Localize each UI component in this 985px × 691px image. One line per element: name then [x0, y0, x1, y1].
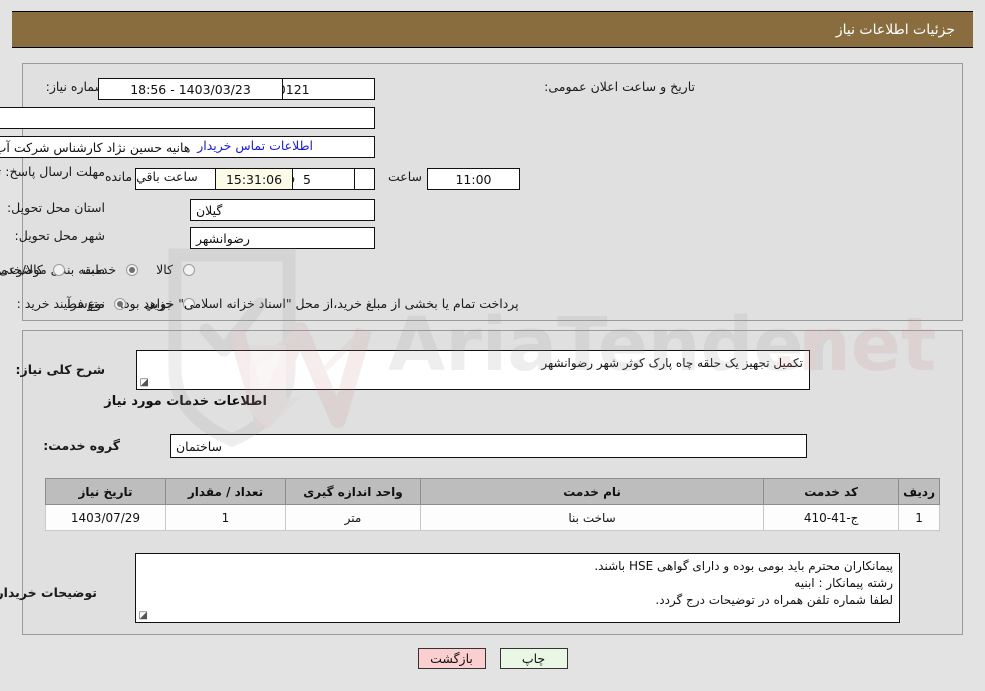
- category-radio-group: کالا خدمت کالا/خدمت: [0, 262, 195, 277]
- category-option-2[interactable]: کالا/خدمت: [0, 262, 65, 277]
- services-heading: اطلاعات خدمات مورد نیاز: [104, 394, 267, 409]
- services-table: ردیف کد خدمت نام خدمت واحد اندازه گیری ت…: [45, 478, 940, 531]
- category-radio-1[interactable]: [126, 263, 139, 276]
- contact-link-row: اطلاعات تماس خریدار: [197, 138, 313, 153]
- back-button[interactable]: بازگشت: [417, 648, 486, 669]
- col-radif: ردیف: [898, 478, 940, 505]
- page-title: جزئیات اطلاعات نیاز: [835, 21, 955, 38]
- service-group-label: گروه خدمت:: [43, 438, 120, 453]
- cell-radif: 1: [898, 504, 940, 531]
- col-date: تاریخ نیاز: [45, 478, 166, 505]
- province-row: استان محل تحویل:: [7, 200, 105, 215]
- city-row: شهر محل تحویل:: [15, 228, 105, 243]
- resize-grip-icon[interactable]: ◪: [139, 378, 149, 388]
- need-summary-panel: [22, 63, 963, 321]
- process-label-1: متوسط: [65, 296, 105, 311]
- category-option-1[interactable]: خدمت: [82, 262, 139, 277]
- col-qty: تعداد / مقدار: [165, 478, 286, 505]
- category-label-1: خدمت: [82, 262, 117, 277]
- buyer-notes-label: توضیحات خریدار:: [0, 585, 97, 600]
- category-radio-2[interactable]: [52, 263, 65, 276]
- countdown-suffix-row: ساعت باقي مانده: [105, 169, 198, 184]
- buyer-contact-link[interactable]: اطلاعات تماس خریدار: [197, 138, 313, 153]
- process-option-1[interactable]: متوسط: [65, 296, 127, 311]
- general-desc-row: شرح کلی نیاز:: [16, 362, 105, 377]
- cell-name: ساخت بنا: [419, 504, 765, 531]
- hour-label: ساعت: [387, 169, 422, 184]
- city-label: شهر محل تحویل:: [14, 228, 105, 243]
- creator-value[interactable]: هانیه حسین نژاد کارشناس شرکت آب و فاضلاب…: [0, 136, 375, 158]
- category-radio-0[interactable]: [183, 263, 195, 276]
- col-name: نام خدمت: [419, 478, 765, 505]
- treasury-note-row: پرداخت تمام یا بخشی از مبلغ خرید،از محل …: [120, 296, 519, 311]
- cell-date: 1403/07/29: [45, 504, 166, 531]
- buyer-note-line-2: لطفا شماره تلفن همراه در توضیحات درج گرد…: [655, 593, 893, 607]
- table-header-row: ردیف کد خدمت نام خدمت واحد اندازه گیری ت…: [45, 478, 940, 505]
- service-group-row: گروه خدمت:: [43, 438, 120, 453]
- footer-button-bar: چاپ بازگشت: [0, 648, 985, 669]
- buyer-note-line-0: پیمانکاران محترم باید بومی بوده و دارای …: [594, 559, 893, 573]
- col-code: کد خدمت: [763, 478, 900, 505]
- resize-grip-icon-2[interactable]: ◪: [138, 611, 148, 621]
- page-root: AriaTender .net جزئیات اطلاعات نیاز شمار…: [0, 0, 985, 691]
- general-desc-label: شرح کلی نیاز:: [15, 362, 105, 377]
- category-option-0[interactable]: کالا: [156, 262, 195, 277]
- announce-datetime-value[interactable]: 1403/03/23 - 18:56: [98, 78, 283, 100]
- announce-datetime-label-row: تاریخ و ساعت اعلان عمومی:: [544, 79, 695, 94]
- countdown-value[interactable]: 15:31:06: [215, 168, 293, 190]
- hour-value[interactable]: 11:00: [427, 168, 520, 190]
- service-group-value[interactable]: ساختمان: [170, 434, 807, 458]
- cell-qty: 1: [165, 504, 286, 531]
- city-value[interactable]: رضوانشهر: [190, 227, 375, 249]
- col-unit: واحد اندازه گیری: [285, 478, 421, 505]
- category-label-0: کالا: [156, 262, 173, 277]
- category-label-2: کالا/خدمت: [0, 262, 43, 277]
- hour-label-row: ساعت: [388, 169, 422, 184]
- general-desc-value: تکمیل تجهیز یک حلقه چاه پارک کوثر شهر رض…: [541, 356, 803, 370]
- need-number-row: شماره نیاز:: [46, 79, 105, 94]
- announce-datetime-label: تاریخ و ساعت اعلان عمومی:: [544, 79, 695, 94]
- deadline-label: مهلت ارسال پاسخ: تا تاریخ:: [0, 164, 105, 179]
- cell-unit: متر: [285, 504, 421, 531]
- countdown-suffix-label: ساعت باقي مانده: [105, 169, 198, 184]
- treasury-note-label: پرداخت تمام یا بخشی از مبلغ خرید،از محل …: [120, 296, 519, 311]
- province-value[interactable]: گیلان: [190, 199, 375, 221]
- buyer-org-value[interactable]: شرکت آب و فاضلاب استان گیلان: [0, 107, 375, 129]
- need-number-label: شماره نیاز:: [45, 79, 105, 94]
- buyer-notes-row: توضیحات خریدار:: [0, 585, 97, 600]
- table-row[interactable]: 1 ج-41-410 ساخت بنا متر 1 1403/07/29: [45, 504, 940, 531]
- buyer-notes-textarea[interactable]: پیمانکاران محترم باید بومی بوده و دارای …: [135, 553, 900, 623]
- window-title-bar: جزئیات اطلاعات نیاز: [12, 11, 973, 48]
- cell-code: ج-41-410: [763, 504, 900, 531]
- buyer-note-line-1: رشته پیمانکار : ابنیه: [794, 576, 893, 590]
- province-label: استان محل تحویل:: [6, 200, 105, 215]
- general-desc-textarea[interactable]: تکمیل تجهیز یک حلقه چاه پارک کوثر شهر رض…: [136, 350, 810, 390]
- print-button[interactable]: چاپ: [499, 648, 568, 669]
